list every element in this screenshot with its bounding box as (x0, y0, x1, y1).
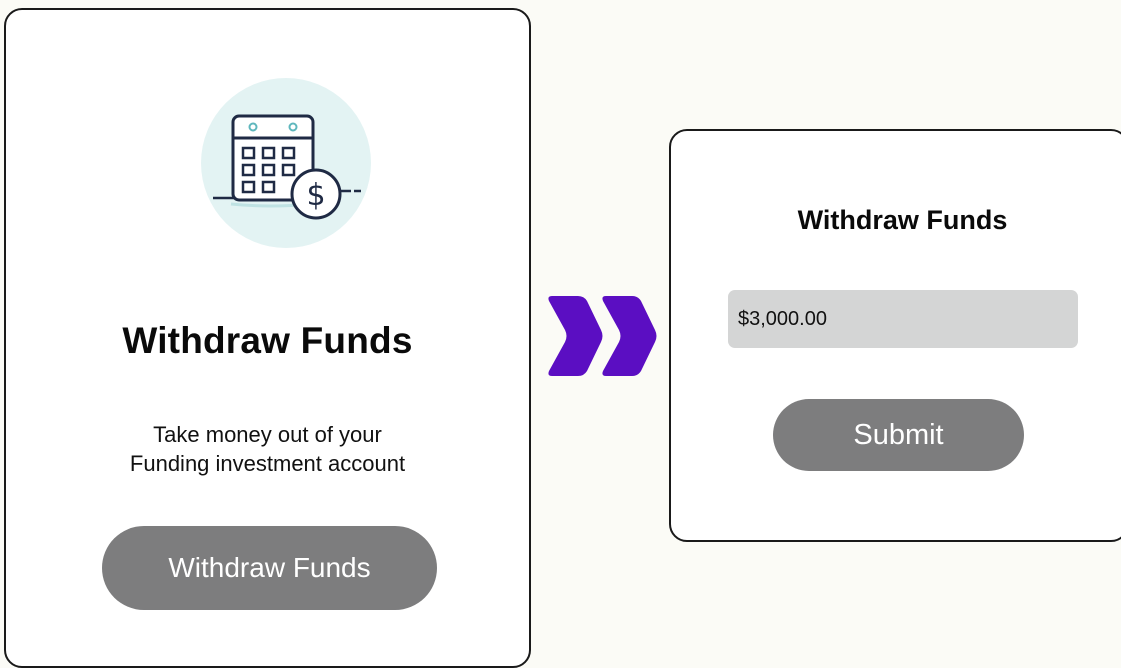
svg-text:$: $ (306, 178, 325, 213)
calendar-dollar-icon: $ (201, 78, 371, 248)
page-title: Withdraw Funds (122, 320, 413, 361)
description-line-2: Funding investment account (129, 451, 406, 476)
form-title: Withdraw Funds (797, 205, 1008, 235)
withdraw-funds-button[interactable]: Withdraw Funds (102, 526, 437, 610)
double-chevron-right-icon (544, 294, 660, 378)
description: Take money out of your Funding investmen… (6, 420, 529, 478)
withdraw-form-card: Withdraw Funds Submit (669, 129, 1121, 542)
description-line-1: Take money out of your (153, 422, 382, 447)
submit-button[interactable]: Submit (773, 399, 1024, 471)
amount-field[interactable] (728, 290, 1078, 348)
withdraw-intro-card: $ Withdraw Funds Take money out of your … (4, 8, 531, 668)
